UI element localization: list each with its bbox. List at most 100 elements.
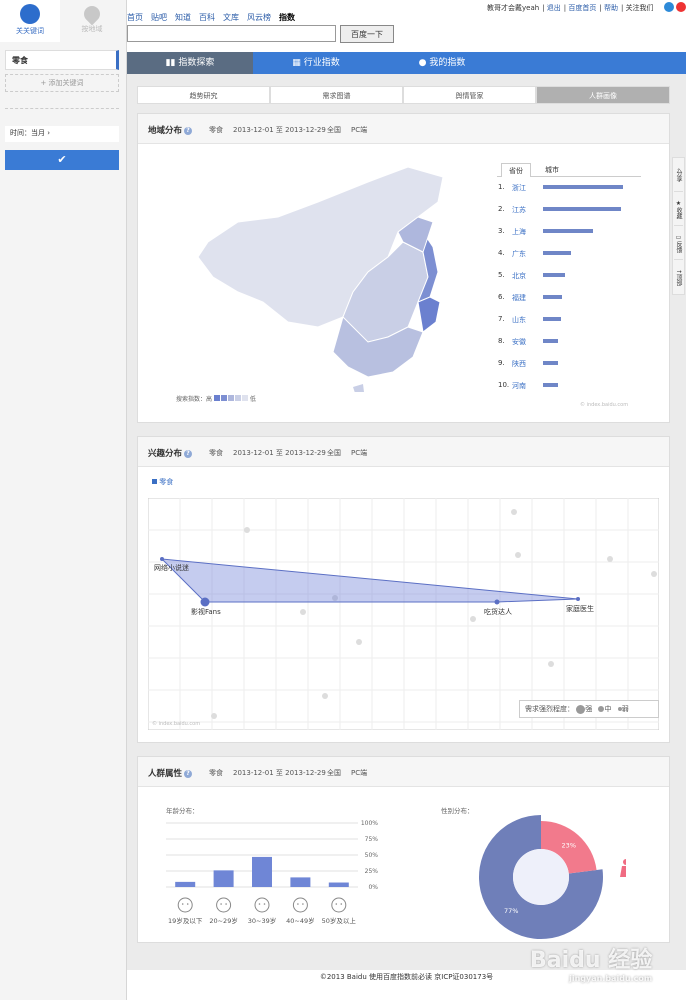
rank-name[interactable]: 福建 xyxy=(512,293,542,303)
help-icon[interactable]: ? xyxy=(184,126,193,135)
nav-index[interactable]: 指数 xyxy=(279,13,295,22)
tab-region[interactable]: 按地域 xyxy=(62,0,122,42)
interest-device: PC端 xyxy=(351,449,368,457)
share-button[interactable]: ‹分享 xyxy=(674,158,683,192)
help-link[interactable]: 帮助 xyxy=(604,4,618,12)
tab-keyword-label: 关关键词 xyxy=(16,27,44,35)
tab-province[interactable]: 省份 xyxy=(501,163,531,177)
rank-number: 4. xyxy=(498,249,505,257)
rank-name[interactable]: 陕西 xyxy=(512,359,542,369)
tab-trend[interactable]: 趋势研究 xyxy=(137,86,270,104)
rank-bar xyxy=(543,295,563,299)
confirm-button[interactable]: ✔ xyxy=(5,150,119,170)
rank-number: 7. xyxy=(498,315,505,323)
social-icons xyxy=(662,2,686,14)
region-range: 2013-12-01 至 2013-12-29 xyxy=(233,126,326,134)
rank-item: 4. 广东 xyxy=(498,249,638,259)
help-icon[interactable]: ? xyxy=(184,769,193,778)
feedback-button[interactable]: ▭反馈 xyxy=(674,226,683,260)
legend-swatch xyxy=(227,395,234,401)
search-button[interactable]: 百度一下 xyxy=(340,25,394,43)
nav-baike[interactable]: 百科 xyxy=(199,13,215,22)
rank-bar xyxy=(543,185,623,189)
logout-link[interactable]: 退出 xyxy=(547,4,561,12)
tab-demand[interactable]: 需求图谱 xyxy=(270,86,403,104)
rank-item: 1. 浙江 xyxy=(498,183,638,193)
interest-graph xyxy=(148,498,659,730)
time-selector[interactable]: 时间：当月 › xyxy=(5,126,119,142)
nav-fengyunbang[interactable]: 风云榜 xyxy=(247,13,271,22)
baidu-home-link[interactable]: 百度首页 xyxy=(568,4,596,12)
interest-legend: 零食 xyxy=(152,477,173,487)
tab-my-index-label: 我的指数 xyxy=(429,58,466,68)
rank-number: 1. xyxy=(498,183,505,191)
crowd-keyword: 零食 xyxy=(209,769,223,777)
rank-bar xyxy=(543,229,593,233)
rank-item: 9. 陕西 xyxy=(498,359,638,369)
female-icon xyxy=(620,859,626,877)
rank-bar xyxy=(543,383,559,387)
qzone-icon[interactable] xyxy=(664,2,674,12)
weibo-icon[interactable] xyxy=(676,2,686,12)
legend-swatch xyxy=(152,479,157,484)
help-icon[interactable]: ? xyxy=(184,449,193,458)
rank-item: 7. 山东 xyxy=(498,315,638,325)
nav-home[interactable]: 首页 xyxy=(127,13,143,22)
tab-keyword[interactable]: 关关键词 xyxy=(0,0,60,42)
rank-name[interactable]: 广东 xyxy=(512,249,542,259)
left-panel: 关关键词 按地域 零食 + 添加关键词 时间：当月 › ✔ xyxy=(0,0,127,1000)
rank-number: 8. xyxy=(498,337,505,345)
node-foodie xyxy=(494,599,500,605)
rank-name[interactable]: 安徽 xyxy=(512,337,542,347)
search-input[interactable] xyxy=(127,25,336,42)
username[interactable]: 教哥才会戴yeah xyxy=(487,4,539,12)
gender-value-label: 23% xyxy=(562,841,576,849)
nav-wenku[interactable]: 文库 xyxy=(223,13,239,22)
region-device: PC端 xyxy=(351,126,368,134)
rank-name[interactable]: 江苏 xyxy=(512,205,542,215)
rank-name[interactable]: 浙江 xyxy=(512,183,542,193)
tab-crowd[interactable]: 人群画像 xyxy=(536,86,670,104)
tab-industry[interactable]: ▦ 行业指数 xyxy=(253,52,379,74)
tab-city[interactable]: 城市 xyxy=(537,163,567,177)
age-bar xyxy=(290,877,311,887)
follow-link[interactable]: 关注我们 xyxy=(626,4,654,12)
node-label-film: 影视Fans xyxy=(191,608,221,616)
watermark: Baidu 经验 jingyan.baidu.com xyxy=(530,942,652,983)
favorite-button[interactable]: ★收藏 xyxy=(674,192,683,226)
interest-header: 兴趣分布? 零食 2013-12-01 至 2013-12-29 全国 PC端 xyxy=(138,437,669,467)
rank-name[interactable]: 上海 xyxy=(512,227,542,237)
rank-bar xyxy=(543,251,571,255)
grid-icon: ▦ xyxy=(292,58,301,68)
legend-high: 搜索指数：高 xyxy=(176,396,213,403)
crowd-title: 人群属性? xyxy=(148,767,193,779)
gender-chart: 77% 23% xyxy=(479,815,626,939)
tab-my-index[interactable]: ● 我的指数 xyxy=(379,52,505,74)
rank-name[interactable]: 北京 xyxy=(512,271,542,281)
rank-bar xyxy=(543,317,562,321)
keyword-item[interactable]: 零食 xyxy=(5,50,119,70)
tab-region-label: 按地域 xyxy=(81,25,103,33)
strong-label: 强 xyxy=(585,705,593,713)
top-nav: 首页 贴吧 知道 百科 文库 风云榜 指数 xyxy=(127,12,303,23)
nav-zhidao[interactable]: 知道 xyxy=(175,13,191,22)
x-tick-label: 20~29岁 xyxy=(209,916,238,925)
node-doctor xyxy=(576,597,580,601)
x-tick-label: 40~49岁 xyxy=(286,916,315,925)
age-bar xyxy=(213,870,234,887)
top-button[interactable]: ↑顶部 xyxy=(674,260,683,294)
tab-explore[interactable]: ▮▮ 指数探索 xyxy=(127,52,253,74)
crowd-header: 人群属性? 零食 2013-12-01 至 2013-12-29 全国 PC端 xyxy=(138,757,669,787)
main-tabs: ▮▮ 指数探索 ▦ 行业指数 ● 我的指数 xyxy=(127,52,686,74)
nav-tieba[interactable]: 贴吧 xyxy=(151,13,167,22)
age-title: 年龄分布： xyxy=(166,807,199,815)
add-keyword-button[interactable]: + 添加关键词 xyxy=(5,74,119,92)
user-links: 教哥才会戴yeah | 退出 | 百度首页 | 帮助 | 关注我们 xyxy=(487,4,654,12)
node-novel xyxy=(160,557,164,561)
rank-name[interactable]: 山东 xyxy=(512,315,542,325)
pen-icon xyxy=(20,4,40,24)
rank-name[interactable]: 河南 xyxy=(512,381,542,391)
location-pin-icon xyxy=(80,2,104,26)
rank-bar xyxy=(543,339,559,343)
tab-sentiment[interactable]: 舆情管家 xyxy=(403,86,536,104)
